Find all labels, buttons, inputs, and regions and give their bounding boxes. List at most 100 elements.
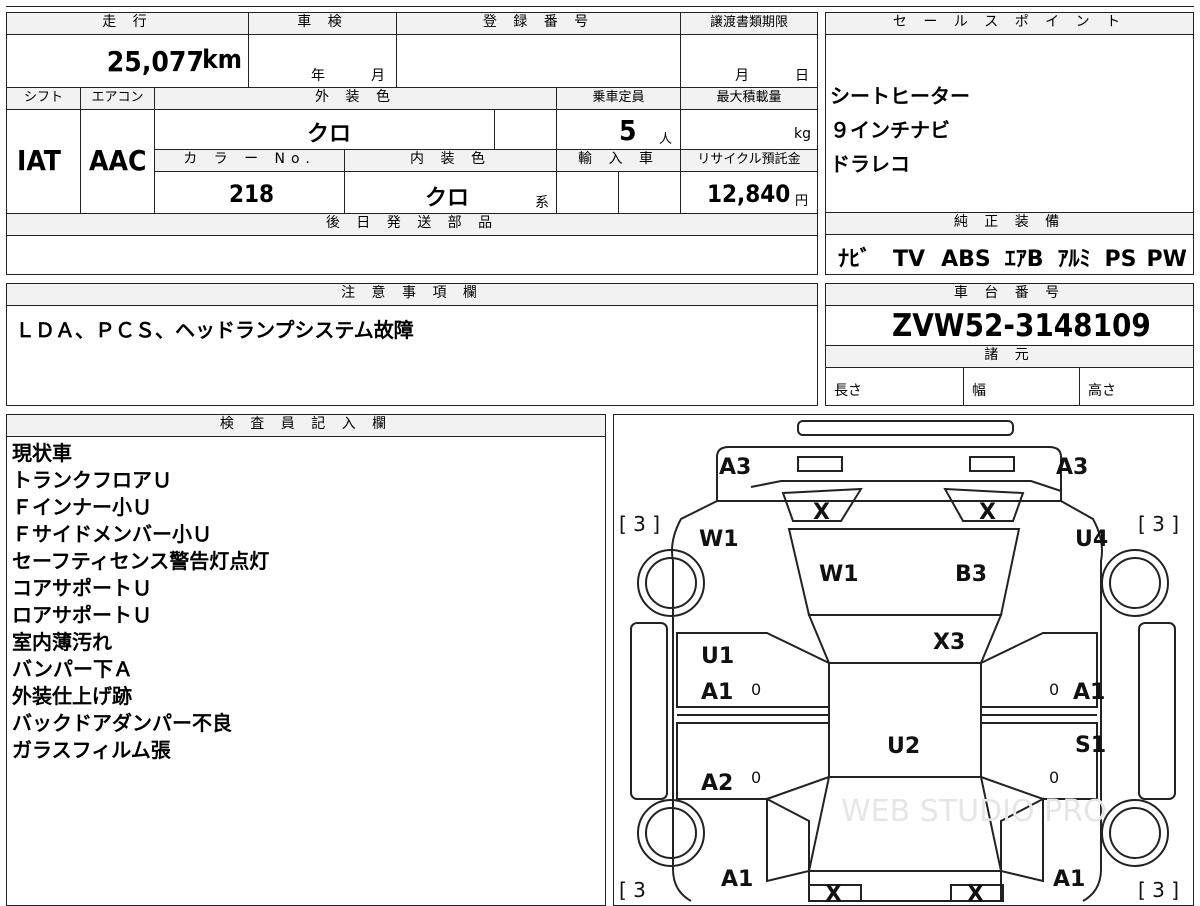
mileage-label: 走 行: [7, 13, 249, 35]
mark-rear-glass-left: X: [813, 500, 830, 525]
watermark: WEB STUDIO PRO: [841, 794, 1107, 829]
sales-points-label: セ ー ル ス ポ イ ン ト: [826, 13, 1193, 35]
height-label: 高さ: [1088, 383, 1116, 399]
aircon-cell: AAC: [81, 110, 155, 214]
notes-label: 注 意 事 項 欄: [7, 284, 817, 306]
shaken-year: 年: [311, 68, 325, 84]
inspector-line: トランクフロアＵ: [12, 468, 172, 492]
length-cell: 長さ: [826, 368, 964, 405]
color-no-cell: 218: [155, 172, 345, 214]
inspector-line: Ｆサイドメンバー小Ｕ: [12, 522, 212, 546]
chassis-value-cell: ZVW52-3148109: [826, 306, 1193, 346]
exterior-color-value: クロ: [307, 122, 352, 147]
recycle-label: リサイクル預託金: [681, 150, 817, 172]
color-no-value: 218: [229, 180, 275, 208]
genuine-equipment-label: 純 正 装 備: [826, 213, 1193, 235]
shaken-label: 車 検: [249, 13, 397, 35]
transfer-deadline-label: 譲渡書類期限: [681, 13, 817, 35]
recycle-unit: 円: [795, 194, 809, 209]
height-cell: 高さ: [1080, 368, 1193, 405]
inspector-line: 室内薄汚れ: [12, 630, 112, 654]
rear-bumper-bar: [797, 420, 1014, 436]
mark-right-front-door: S1: [1075, 733, 1106, 758]
zero-mark: 0: [751, 768, 761, 787]
width-cell: 幅: [964, 368, 1080, 405]
interior-color-label: 内 装 色: [345, 150, 557, 172]
transfer-day: 日: [795, 68, 809, 84]
mark-left-rear-door-2: A1: [701, 680, 733, 705]
mark-rear-left: A3: [719, 455, 751, 480]
mark-left-front-door: A2: [701, 771, 733, 796]
aircon-label: エアコン: [81, 88, 155, 110]
equipment-item: ﾅﾋﾞ: [838, 247, 872, 272]
recycle-cell: 12,840 円: [681, 172, 817, 214]
sales-point-item: ドラレコ: [830, 152, 910, 176]
tire-right-top: [ 3 ]: [1138, 512, 1179, 536]
import-cell-b: [619, 172, 681, 214]
cabin-roof-outline: [828, 662, 982, 778]
inspector-line: 現状車: [12, 441, 72, 465]
exterior-color-label: 外 装 色: [155, 88, 557, 110]
later-parts-label: 後 日 発 送 部 品: [7, 214, 817, 236]
mark-right-rear-door: A1: [1073, 680, 1105, 705]
chassis-box: 車 台 番 号 ZVW52-3148109 諸 元 長さ 幅 高さ: [825, 283, 1194, 406]
inspector-line: バンパー下Ａ: [12, 657, 133, 681]
right-side-strip: [1138, 622, 1176, 800]
left-side-strip: [630, 622, 668, 800]
shift-value: IAT: [17, 144, 61, 177]
recycle-value: 12,840: [707, 180, 791, 208]
mark-windshield-left: X: [825, 882, 842, 905]
genuine-equipment-list: ﾅﾋﾞ TV ABS ｴｱB ｱﾙﾐ PS PW: [838, 241, 1187, 273]
inspector-line: コアサポートＵ: [12, 576, 152, 600]
mark-rear-glass-right: X: [979, 500, 996, 525]
capacity-label: 乗車定員: [557, 88, 681, 110]
inspector-line: 外装仕上げ跡: [12, 684, 132, 708]
vehicle-info-table: 走 行 車 検 登 録 番 号 譲渡書類期限 25,077 km 年 月 月 日…: [6, 12, 818, 275]
mark-left-fender: A1: [721, 867, 753, 892]
exterior-color-cell: クロ: [155, 110, 495, 150]
spec-label: 諸 元: [826, 346, 1193, 368]
transfer-cell: 月 日: [681, 35, 817, 88]
wheel-right-front-outer: [1101, 799, 1169, 867]
notes-box: 注 意 事 項 欄 ＬＤＡ、ＰＣＳ、ヘッドランプシステム故障: [6, 283, 818, 406]
import-cell-a: [557, 172, 619, 214]
sales-points-box: セ ー ル ス ポ イ ン ト シートヒーター ９インチナビ ドラレコ: [825, 12, 1194, 213]
capacity-value: 5: [619, 114, 637, 147]
equipment-item: TV: [893, 247, 926, 272]
registration-cell: [397, 35, 681, 88]
import-label: 輸 入 車: [557, 150, 681, 172]
length-label: 長さ: [834, 383, 862, 399]
interior-color-cell: クロ 系: [345, 172, 557, 214]
inspector-lines: 現状車 トランクフロアＵ Ｆインナー小Ｕ Ｆサイドメンバー小Ｕ セーフティセンス…: [12, 440, 269, 764]
mark-right-quarter: U4: [1075, 527, 1108, 552]
transfer-month: 月: [735, 68, 749, 84]
mark-right-fender: A1: [1053, 867, 1085, 892]
max-load-unit: kg: [794, 126, 811, 142]
exterior-color-sub-cell: [495, 110, 557, 150]
inspector-line: ガラスフィルム張: [12, 738, 171, 762]
inspector-label: 検 査 員 記 入 欄: [7, 415, 605, 437]
chassis-number: ZVW52-3148109: [892, 308, 1151, 344]
aircon-value: AAC: [89, 144, 147, 177]
color-no-label: カ ラ ー No.: [155, 150, 345, 172]
inspector-line: バックドアダンパー不良: [12, 711, 232, 735]
zero-mark: 0: [751, 680, 761, 699]
equipment-item: ｱﾙﾐ: [1057, 247, 1091, 272]
wheel-left-rear-inner: [645, 557, 697, 609]
damage-diagram-box: A3 A3 X X W1 U4 W1 B3 X3 U1 A1 A1 U2 S1 …: [613, 414, 1194, 906]
wheel-left-rear-outer: [637, 549, 705, 617]
inspector-line: ロアサポートＵ: [12, 603, 152, 627]
zero-mark: 0: [1049, 768, 1059, 787]
tire-right-bottom: [ 3 ]: [1138, 878, 1179, 902]
mark-left-rear-door-1: U1: [701, 644, 734, 669]
roof-glass-outline: [807, 614, 1003, 664]
chassis-label: 車 台 番 号: [826, 284, 1193, 306]
capacity-cell: 5 人: [557, 110, 681, 150]
rear-light-right: [969, 456, 1015, 472]
wheel-right-rear-outer: [1101, 549, 1169, 617]
equipment-item: ABS: [941, 247, 991, 272]
inspector-line: Ｆインナー小Ｕ: [12, 495, 152, 519]
shift-cell: IAT: [7, 110, 81, 214]
equipment-item: PS: [1104, 247, 1137, 272]
interior-color-suffix: 系: [535, 195, 549, 211]
